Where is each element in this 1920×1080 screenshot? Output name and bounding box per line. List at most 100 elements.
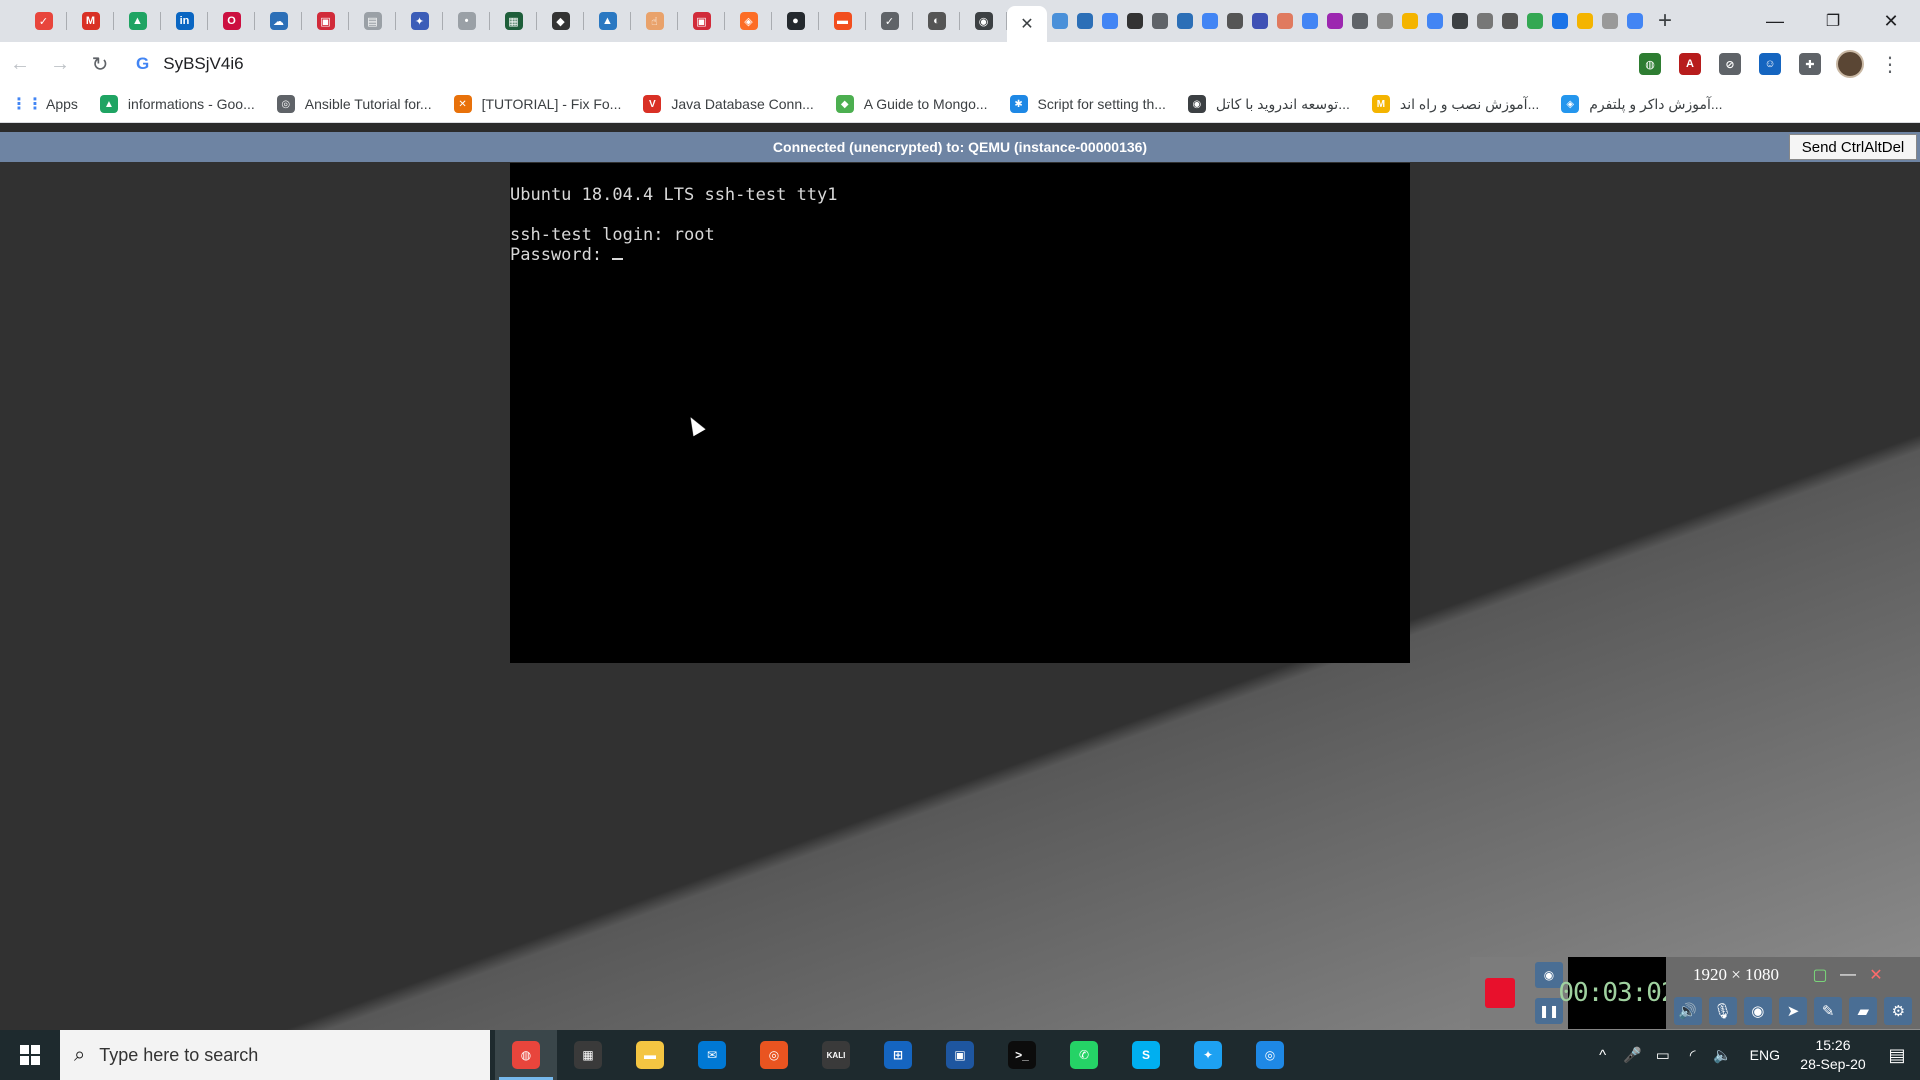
taskbar-remote-desktop-button[interactable]: ▣ — [929, 1030, 991, 1080]
extension-button[interactable]: ✚ — [1790, 44, 1830, 84]
pinned-tab[interactable]: M — [67, 0, 114, 42]
pinned-tab[interactable]: • — [443, 0, 490, 42]
mini-tab[interactable] — [1347, 0, 1372, 42]
folder-icon[interactable]: ▰ — [1849, 997, 1878, 1025]
taskbar-terminal-button[interactable]: >_ — [991, 1030, 1053, 1080]
mini-tab[interactable] — [1597, 0, 1622, 42]
bookmark-item[interactable]: ◆ A Guide to Mongo... — [835, 95, 988, 113]
apps-bookmark[interactable]: ⋮⋮ Apps — [11, 95, 78, 113]
close-tab-icon[interactable]: ✕ — [1020, 14, 1033, 34]
address-bar[interactable]: G SyBSjV4i6 — [128, 47, 1608, 81]
pinned-tab[interactable]: ◐ — [913, 0, 960, 42]
taskbar-mail-button[interactable]: ✉ — [681, 1030, 743, 1080]
browser-menu-icon[interactable]: ⋮ — [1870, 44, 1910, 84]
settings-icon[interactable]: ⚙ — [1884, 997, 1913, 1025]
taskbar-instagram-button[interactable]: ◎ — [1239, 1030, 1301, 1080]
microphone-icon[interactable]: 🎤 — [1618, 1046, 1648, 1064]
mini-tab[interactable] — [1497, 0, 1522, 42]
mini-tab[interactable] — [1147, 0, 1172, 42]
volume-icon[interactable]: 🔈 — [1708, 1046, 1738, 1064]
recorder-minimize-button[interactable]: — — [1834, 962, 1862, 988]
bookmark-item[interactable]: ▲ informations - Goo... — [99, 95, 255, 113]
pinned-tab[interactable]: ✦ — [396, 0, 443, 42]
taskbar-whatsapp-button[interactable]: ✆ — [1053, 1030, 1115, 1080]
recorder-window-icon[interactable]: ▢ — [1806, 962, 1834, 988]
restore-window-button[interactable]: ❐ — [1804, 0, 1862, 42]
pinned-tab[interactable]: ☝ — [631, 0, 678, 42]
bookmark-item[interactable]: V Java Database Conn... — [643, 95, 814, 113]
back-button[interactable]: ← — [0, 44, 40, 84]
mini-tab[interactable] — [1047, 0, 1072, 42]
mini-tab[interactable] — [1297, 0, 1322, 42]
mini-tab[interactable] — [1372, 0, 1397, 42]
speaker-icon[interactable]: 🔊 — [1673, 997, 1702, 1025]
mini-tab[interactable] — [1172, 0, 1197, 42]
bookmark-item[interactable]: ✕ [TUTORIAL] - Fix Fo... — [453, 95, 621, 113]
extension-button[interactable]: ☺ — [1750, 44, 1790, 84]
pinned-tab[interactable]: ☁ — [255, 0, 302, 42]
mini-tab[interactable] — [1547, 0, 1572, 42]
notification-center-icon[interactable]: ▤ — [1874, 1045, 1920, 1066]
pinned-tab[interactable]: ▬ — [819, 0, 866, 42]
bookmark-item[interactable]: M آموزش نصب و راه اند... — [1371, 95, 1539, 113]
mini-tab[interactable] — [1272, 0, 1297, 42]
mini-tab[interactable] — [1322, 0, 1347, 42]
pinned-tab[interactable]: ◉ — [960, 0, 1007, 42]
mini-tab[interactable] — [1097, 0, 1122, 42]
pinned-tab[interactable]: ◆ — [537, 0, 584, 42]
extension-button[interactable]: ⊘ — [1710, 44, 1750, 84]
pinned-tab[interactable]: ▲ — [114, 0, 161, 42]
mini-tab[interactable] — [1247, 0, 1272, 42]
extension-button[interactable]: ◍ — [1630, 44, 1670, 84]
microphone-icon[interactable]: 🎙 — [1708, 997, 1737, 1025]
cursor-icon[interactable]: ➤ — [1778, 997, 1807, 1025]
new-tab-button[interactable]: + — [1647, 0, 1683, 42]
mini-tab[interactable] — [1072, 0, 1097, 42]
bookmark-item[interactable]: ✱ Script for setting th... — [1009, 95, 1166, 113]
mini-tab[interactable] — [1472, 0, 1497, 42]
webcam-icon[interactable]: ◉ — [1743, 997, 1772, 1025]
mini-tab[interactable] — [1197, 0, 1222, 42]
language-indicator[interactable]: ENG — [1738, 1047, 1792, 1063]
forward-button[interactable]: → — [40, 44, 80, 84]
pinned-tab[interactable]: ▤ — [349, 0, 396, 42]
pinned-tab[interactable]: ✓ — [20, 0, 67, 42]
pinned-tab[interactable]: ◈ — [725, 0, 772, 42]
taskbar-file-explorer-button[interactable]: ▬ — [619, 1030, 681, 1080]
mini-tab[interactable] — [1122, 0, 1147, 42]
mini-tab[interactable] — [1522, 0, 1547, 42]
mini-tab[interactable] — [1422, 0, 1447, 42]
pen-icon[interactable]: ✎ — [1814, 997, 1843, 1025]
pinned-tab[interactable]: ▣ — [302, 0, 349, 42]
pinned-tab[interactable]: in — [161, 0, 208, 42]
taskbar-skype-button[interactable]: S — [1115, 1030, 1177, 1080]
minimize-window-button[interactable]: — — [1746, 0, 1804, 42]
battery-icon[interactable]: ▭ — [1648, 1046, 1678, 1064]
profile-button[interactable] — [1830, 44, 1870, 84]
pinned-tab[interactable]: O — [208, 0, 255, 42]
taskbar-network-button[interactable]: ⊞ — [867, 1030, 929, 1080]
mini-tab[interactable] — [1222, 0, 1247, 42]
extension-button[interactable]: A — [1670, 44, 1710, 84]
mini-tab[interactable] — [1447, 0, 1472, 42]
taskbar-search-box[interactable]: ⌕ Type here to search — [60, 1030, 490, 1080]
pinned-tab[interactable]: ▦ — [490, 0, 537, 42]
taskbar-twitter-button[interactable]: ✦ — [1177, 1030, 1239, 1080]
mini-tab[interactable] — [1572, 0, 1597, 42]
mini-tab[interactable] — [1622, 0, 1647, 42]
wifi-icon[interactable]: ◜ — [1678, 1046, 1708, 1064]
vm-console[interactable]: Ubuntu 18.04.4 LTS ssh-test tty1 ssh-tes… — [510, 163, 1410, 663]
active-tab[interactable]: ✕ — [1007, 6, 1047, 42]
recorder-close-button[interactable]: ✕ — [1862, 962, 1890, 988]
bookmark-item[interactable]: ◎ Ansible Tutorial for... — [276, 95, 432, 113]
pinned-tab[interactable]: ▣ — [678, 0, 725, 42]
pinned-tab[interactable]: ▲ — [584, 0, 631, 42]
close-window-button[interactable]: ✕ — [1862, 0, 1920, 42]
bookmark-item[interactable]: ◈ آموزش داکر و پلتفرم... — [1561, 95, 1723, 113]
taskbar-ubuntu-button[interactable]: ◎ — [743, 1030, 805, 1080]
taskbar-kali-button[interactable]: KALI — [805, 1030, 867, 1080]
mini-tab[interactable] — [1397, 0, 1422, 42]
record-stop-button[interactable] — [1470, 957, 1530, 1029]
start-button[interactable] — [0, 1030, 60, 1080]
taskbar-store-button[interactable]: ▦ — [557, 1030, 619, 1080]
